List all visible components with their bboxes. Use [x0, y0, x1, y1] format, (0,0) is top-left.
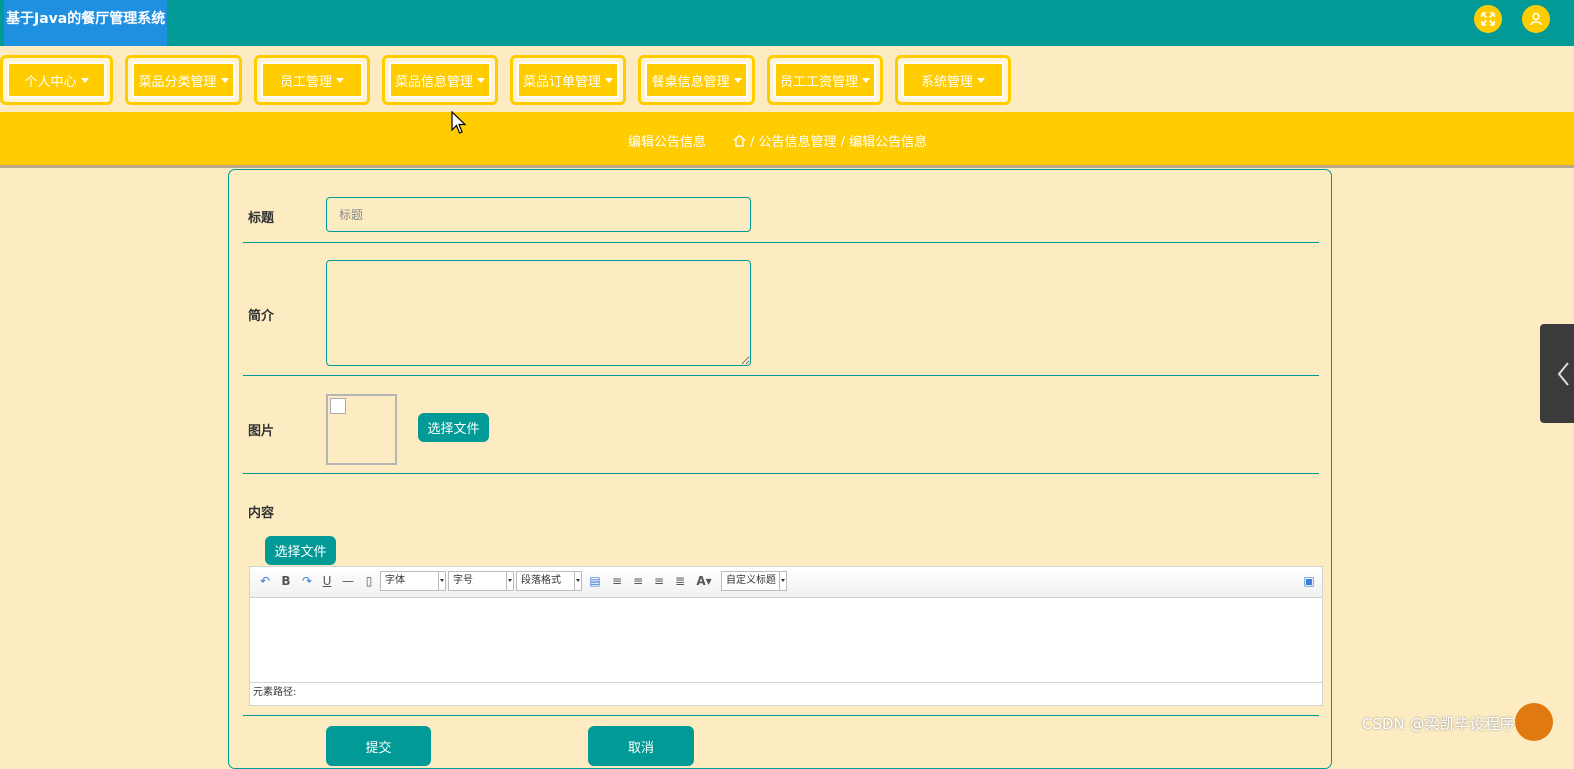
floating-action-button[interactable]: [1515, 703, 1553, 741]
main-nav: 个人中心 菜品分类管理 员工管理 菜品信息管理 菜品订单管理 餐桌信息管理 员工…: [0, 46, 1574, 112]
heading-select-value: 自定义标题: [726, 575, 776, 586]
font-size-select[interactable]: 字号: [448, 571, 514, 591]
caret-down-icon: [977, 77, 985, 83]
mouse-cursor-icon: [451, 111, 467, 134]
nav-item-label: 系统管理: [920, 74, 973, 90]
divider: [243, 473, 1319, 474]
paragraph-select-value: 段落格式: [521, 575, 561, 586]
caret-down-icon: [336, 77, 344, 83]
submit-button[interactable]: 提交: [326, 726, 431, 766]
watermark: CSDN @梁凯毕设程序: [1362, 715, 1515, 733]
nav-item-label: 个人中心: [24, 74, 77, 90]
fullscreen-editor-icon[interactable]: ▣: [1302, 574, 1316, 588]
font-select-value: 字体: [385, 575, 405, 586]
font-color-icon[interactable]: A▾: [694, 574, 714, 588]
divider: [243, 242, 1319, 243]
caret-down-icon: [80, 77, 89, 83]
font-size-select-value: 字号: [453, 575, 473, 586]
nav-item-salary[interactable]: 员工工资管理: [767, 55, 883, 105]
page-title: 编辑公告信息: [628, 135, 707, 150]
breadcrumb-path[interactable]: / 公告信息管理 / 编辑公告信息: [750, 131, 927, 150]
content-choose-file-button[interactable]: 选择文件: [265, 536, 336, 565]
nav-item-label: 菜品分类管理: [138, 74, 217, 90]
edit-form-panel: 标题 简介 图片 选择文件 内容 选择文件 ↶ B ↷ U — ▯ 字体 字号 …: [228, 169, 1332, 769]
paragraph-select[interactable]: 段落格式: [516, 571, 582, 591]
align-right-icon[interactable]: ≡: [631, 574, 645, 588]
title-label: 标题: [248, 211, 275, 226]
nav-item-label: 员工管理: [279, 74, 332, 90]
image-label: 图片: [248, 424, 275, 439]
nav-item-label: 餐桌信息管理: [651, 74, 730, 90]
home-icon[interactable]: [733, 134, 746, 147]
nav-item-staff[interactable]: 员工管理: [254, 55, 370, 105]
table-icon[interactable]: ▤: [588, 574, 602, 588]
chevron-left-icon: [1557, 362, 1569, 386]
nav-item-personal-center[interactable]: 个人中心: [0, 55, 113, 105]
caret-down-icon: [605, 77, 613, 83]
content-label: 内容: [248, 506, 275, 521]
nav-item-dish-orders[interactable]: 菜品订单管理: [510, 55, 626, 105]
undo-icon[interactable]: ↶: [258, 574, 272, 588]
rich-text-editor: ↶ B ↷ U — ▯ 字体 字号 段落格式 ▤ ≡ ≡ ≡ ≣ A▾ 自定义标…: [249, 566, 1323, 706]
app-title: 基于Java的餐厅管理系统: [4, 0, 168, 46]
nav-item-label: 员工工资管理: [779, 74, 858, 90]
horizontal-rule-icon[interactable]: —: [341, 574, 355, 588]
image-preview: [326, 394, 397, 465]
editor-toolbar: ↶ B ↷ U — ▯ 字体 字号 段落格式 ▤ ≡ ≡ ≡ ≣ A▾ 自定义标…: [250, 567, 1322, 598]
caret-down-icon: [220, 77, 229, 83]
caret-down-icon: [477, 77, 485, 83]
bold-icon[interactable]: B: [279, 574, 293, 588]
image-choose-file-button[interactable]: 选择文件: [418, 413, 489, 442]
dropdown-arrow-icon: [779, 572, 786, 590]
nav-item-label: 菜品订单管理: [522, 74, 601, 90]
dropdown-arrow-icon: [438, 572, 445, 590]
heading-select[interactable]: 自定义标题: [721, 571, 787, 591]
intro-textarea[interactable]: [326, 260, 751, 366]
nav-item-label: 菜品信息管理: [394, 74, 473, 90]
cancel-button[interactable]: 取消: [588, 726, 694, 766]
divider: [243, 375, 1319, 376]
user-icon[interactable]: [1522, 5, 1550, 33]
nav-item-dish-info[interactable]: 菜品信息管理: [382, 55, 498, 105]
redo-icon[interactable]: ↷: [300, 574, 314, 588]
align-center-icon[interactable]: ≡: [652, 574, 666, 588]
blank-page-icon[interactable]: ▯: [362, 574, 376, 588]
editor-status-bar: 元素路径:: [250, 682, 1322, 704]
align-left-icon[interactable]: ≡: [610, 574, 624, 588]
nav-item-dish-category[interactable]: 菜品分类管理: [125, 55, 242, 105]
nav-item-table-info[interactable]: 餐桌信息管理: [638, 55, 755, 105]
intro-label: 简介: [248, 309, 275, 324]
caret-down-icon: [733, 77, 742, 83]
dropdown-arrow-icon: [574, 572, 581, 590]
fullscreen-icon[interactable]: [1474, 5, 1502, 33]
broken-image-icon: [330, 398, 346, 414]
title-input[interactable]: [326, 197, 751, 232]
underline-icon[interactable]: U: [320, 574, 334, 588]
align-justify-icon[interactable]: ≣: [673, 574, 687, 588]
side-drawer-toggle[interactable]: [1540, 324, 1574, 423]
caret-down-icon: [862, 77, 870, 83]
top-bar: 基于Java的餐厅管理系统: [0, 0, 1574, 46]
dropdown-arrow-icon: [506, 572, 513, 590]
breadcrumb-bar: 编辑公告信息 / 公告信息管理 / 编辑公告信息: [0, 112, 1574, 168]
breadcrumb: / 公告信息管理 / 编辑公告信息: [733, 131, 927, 150]
divider: [243, 715, 1319, 716]
font-select[interactable]: 字体: [380, 571, 446, 591]
nav-item-system[interactable]: 系统管理: [895, 55, 1011, 105]
editor-content-area[interactable]: [250, 598, 1322, 682]
